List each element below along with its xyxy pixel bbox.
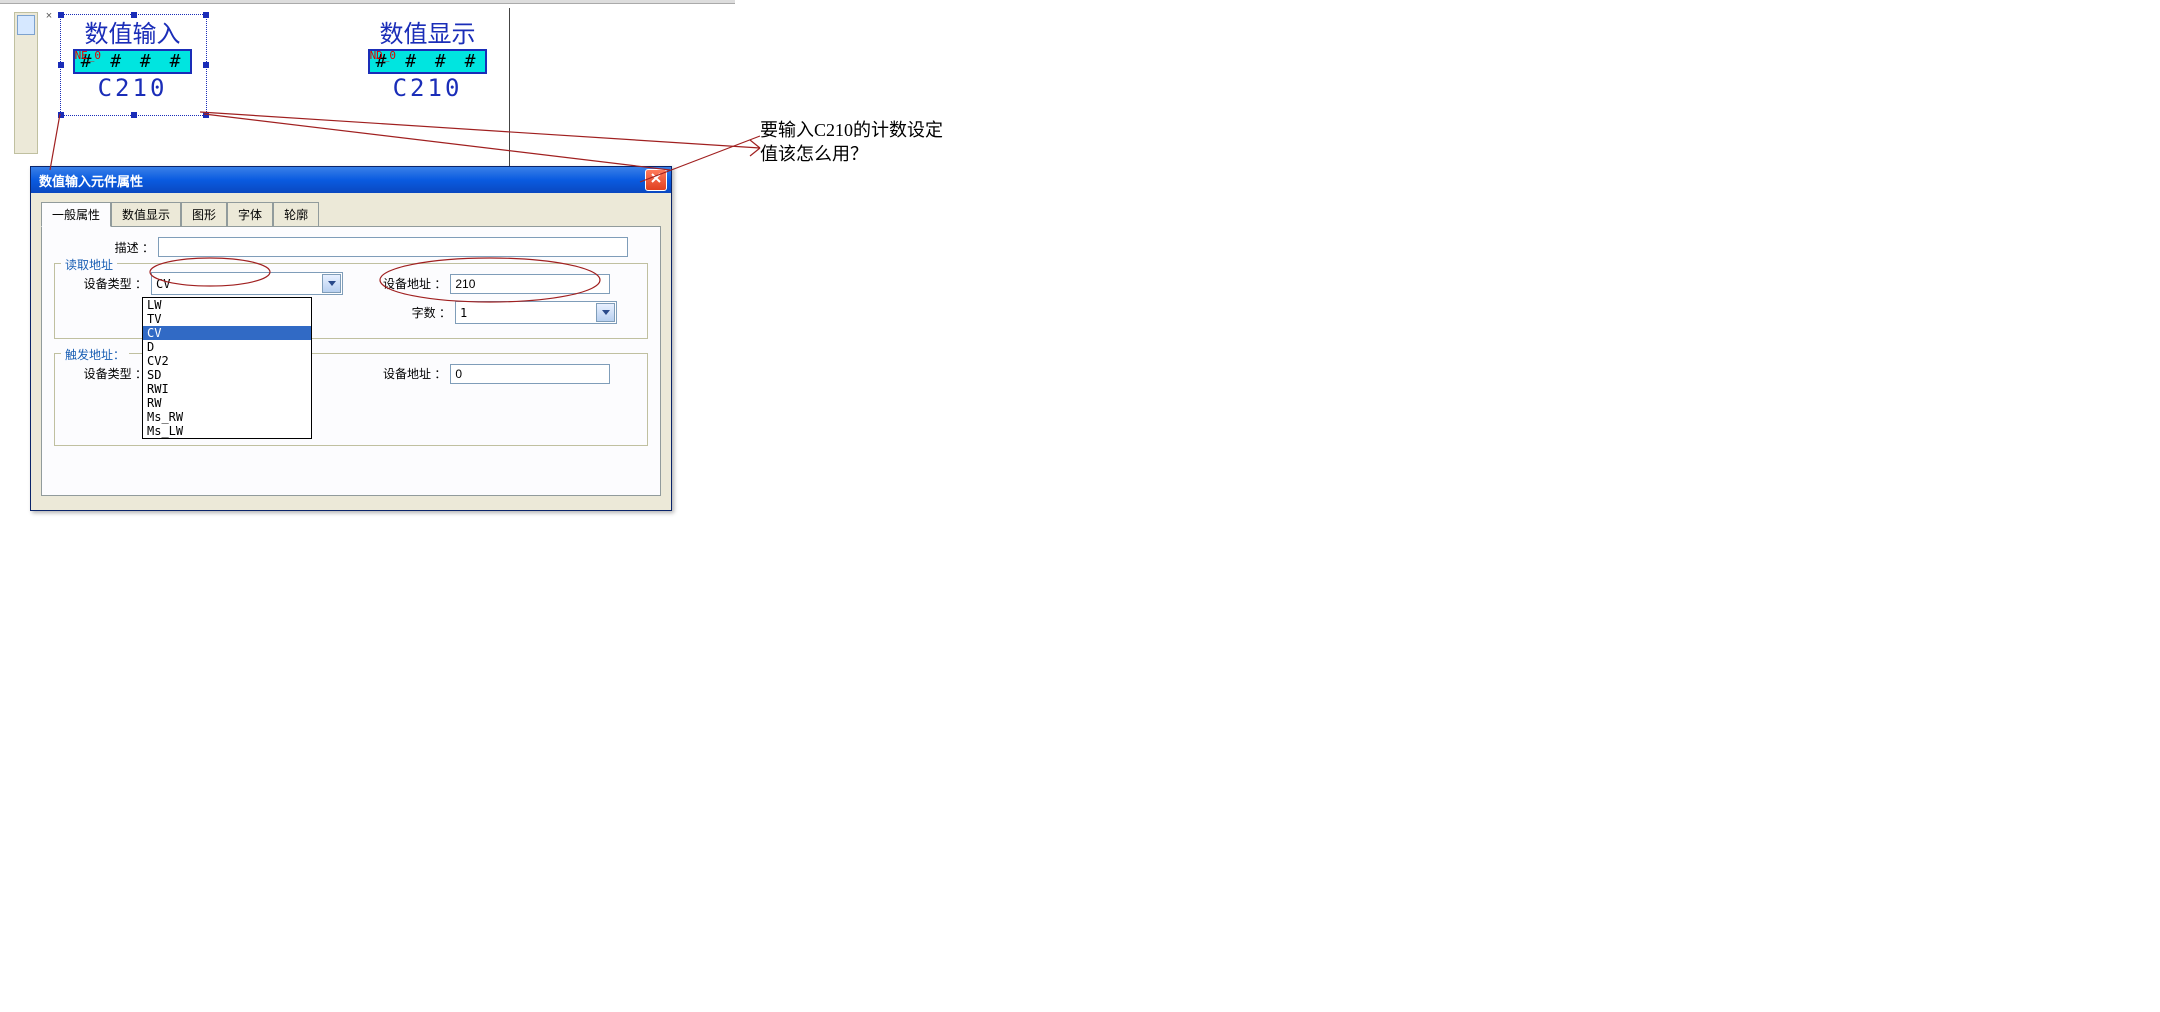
device-address-input[interactable] xyxy=(450,274,610,294)
device-type-value: CV xyxy=(152,277,321,291)
scrollbar-thumb[interactable] xyxy=(17,15,35,35)
panel-close-x[interactable]: × xyxy=(42,10,56,24)
device-address-input[interactable] xyxy=(450,364,610,384)
widget-badge: NE_0 xyxy=(75,49,102,62)
properties-dialog: 数值输入元件属性 一般属性 数值显示 图形 字体 轮廓 描述 ： 读取地址 设备… xyxy=(30,166,672,511)
device-type-label: 设备类型 ： xyxy=(63,275,147,292)
vertical-scrollbar[interactable] xyxy=(14,12,38,154)
canvas-divider xyxy=(509,8,510,168)
group-title: 读取地址 xyxy=(61,256,117,273)
widget-badge: ND_0 xyxy=(370,49,397,62)
description-label: 描述 ： xyxy=(54,239,154,256)
dropdown-option[interactable]: CV xyxy=(143,326,311,340)
dialog-tabs: 一般属性 数值显示 图形 字体 轮廓 xyxy=(31,193,671,226)
description-input[interactable] xyxy=(158,237,628,257)
device-address-label: 设备地址 ： xyxy=(383,365,446,382)
chevron-down-icon[interactable] xyxy=(596,303,615,322)
dropdown-option[interactable]: LW xyxy=(143,298,311,312)
dropdown-option[interactable]: SD xyxy=(143,368,311,382)
tab-graphic[interactable]: 图形 xyxy=(181,202,227,227)
tab-font[interactable]: 字体 xyxy=(227,202,273,227)
close-icon xyxy=(651,173,661,183)
dropdown-option[interactable]: CV2 xyxy=(143,354,311,368)
device-type-combo[interactable]: CV xyxy=(151,272,343,295)
device-type-label: 设备类型 ： xyxy=(63,365,147,382)
dialog-close-button[interactable] xyxy=(645,169,667,191)
dropdown-option[interactable]: TV xyxy=(143,312,311,326)
chevron-down-icon[interactable] xyxy=(322,274,341,293)
dropdown-option[interactable]: Ms_LW xyxy=(143,424,311,438)
dialog-titlebar[interactable]: 数值输入元件属性 xyxy=(31,167,671,193)
device-address-label: 设备地址 ： xyxy=(383,275,446,292)
dropdown-option[interactable]: Ms_RW xyxy=(143,410,311,424)
dropdown-option[interactable]: RWI xyxy=(143,382,311,396)
word-count-label: 字数 ： xyxy=(381,304,451,321)
tab-panel-general: 描述 ： 读取地址 设备类型 ： CV 设备地址 ： 字数 ： 1 xyxy=(41,226,661,496)
word-count-value: 1 xyxy=(456,306,595,320)
widget-address: C210 xyxy=(355,74,500,102)
tab-numeric-display[interactable]: 数值显示 xyxy=(111,202,181,227)
selection-handles[interactable] xyxy=(60,14,207,116)
dialog-title: 数值输入元件属性 xyxy=(39,171,143,190)
word-count-combo[interactable]: 1 xyxy=(455,301,617,324)
dropdown-option[interactable]: RW xyxy=(143,396,311,410)
widget-title: 数值显示 xyxy=(355,14,500,49)
annotation-text: 要输入C210的计数设定 值该怎么用？ xyxy=(760,118,943,166)
design-canvas: × 数值输入 NE_0 # # # # C210 数值显示 ND_0 # # #… xyxy=(0,4,735,164)
dropdown-option[interactable]: D xyxy=(143,340,311,354)
tab-outline[interactable]: 轮廓 xyxy=(273,202,319,227)
tab-general[interactable]: 一般属性 xyxy=(41,202,111,227)
numeric-display-widget[interactable]: 数值显示 ND_0 # # # # C210 xyxy=(355,14,500,102)
group-title: 触发地址： xyxy=(61,346,129,363)
device-type-dropdown[interactable]: LWTVCVDCV2SDRWIRWMs_RWMs_LW xyxy=(142,297,312,439)
